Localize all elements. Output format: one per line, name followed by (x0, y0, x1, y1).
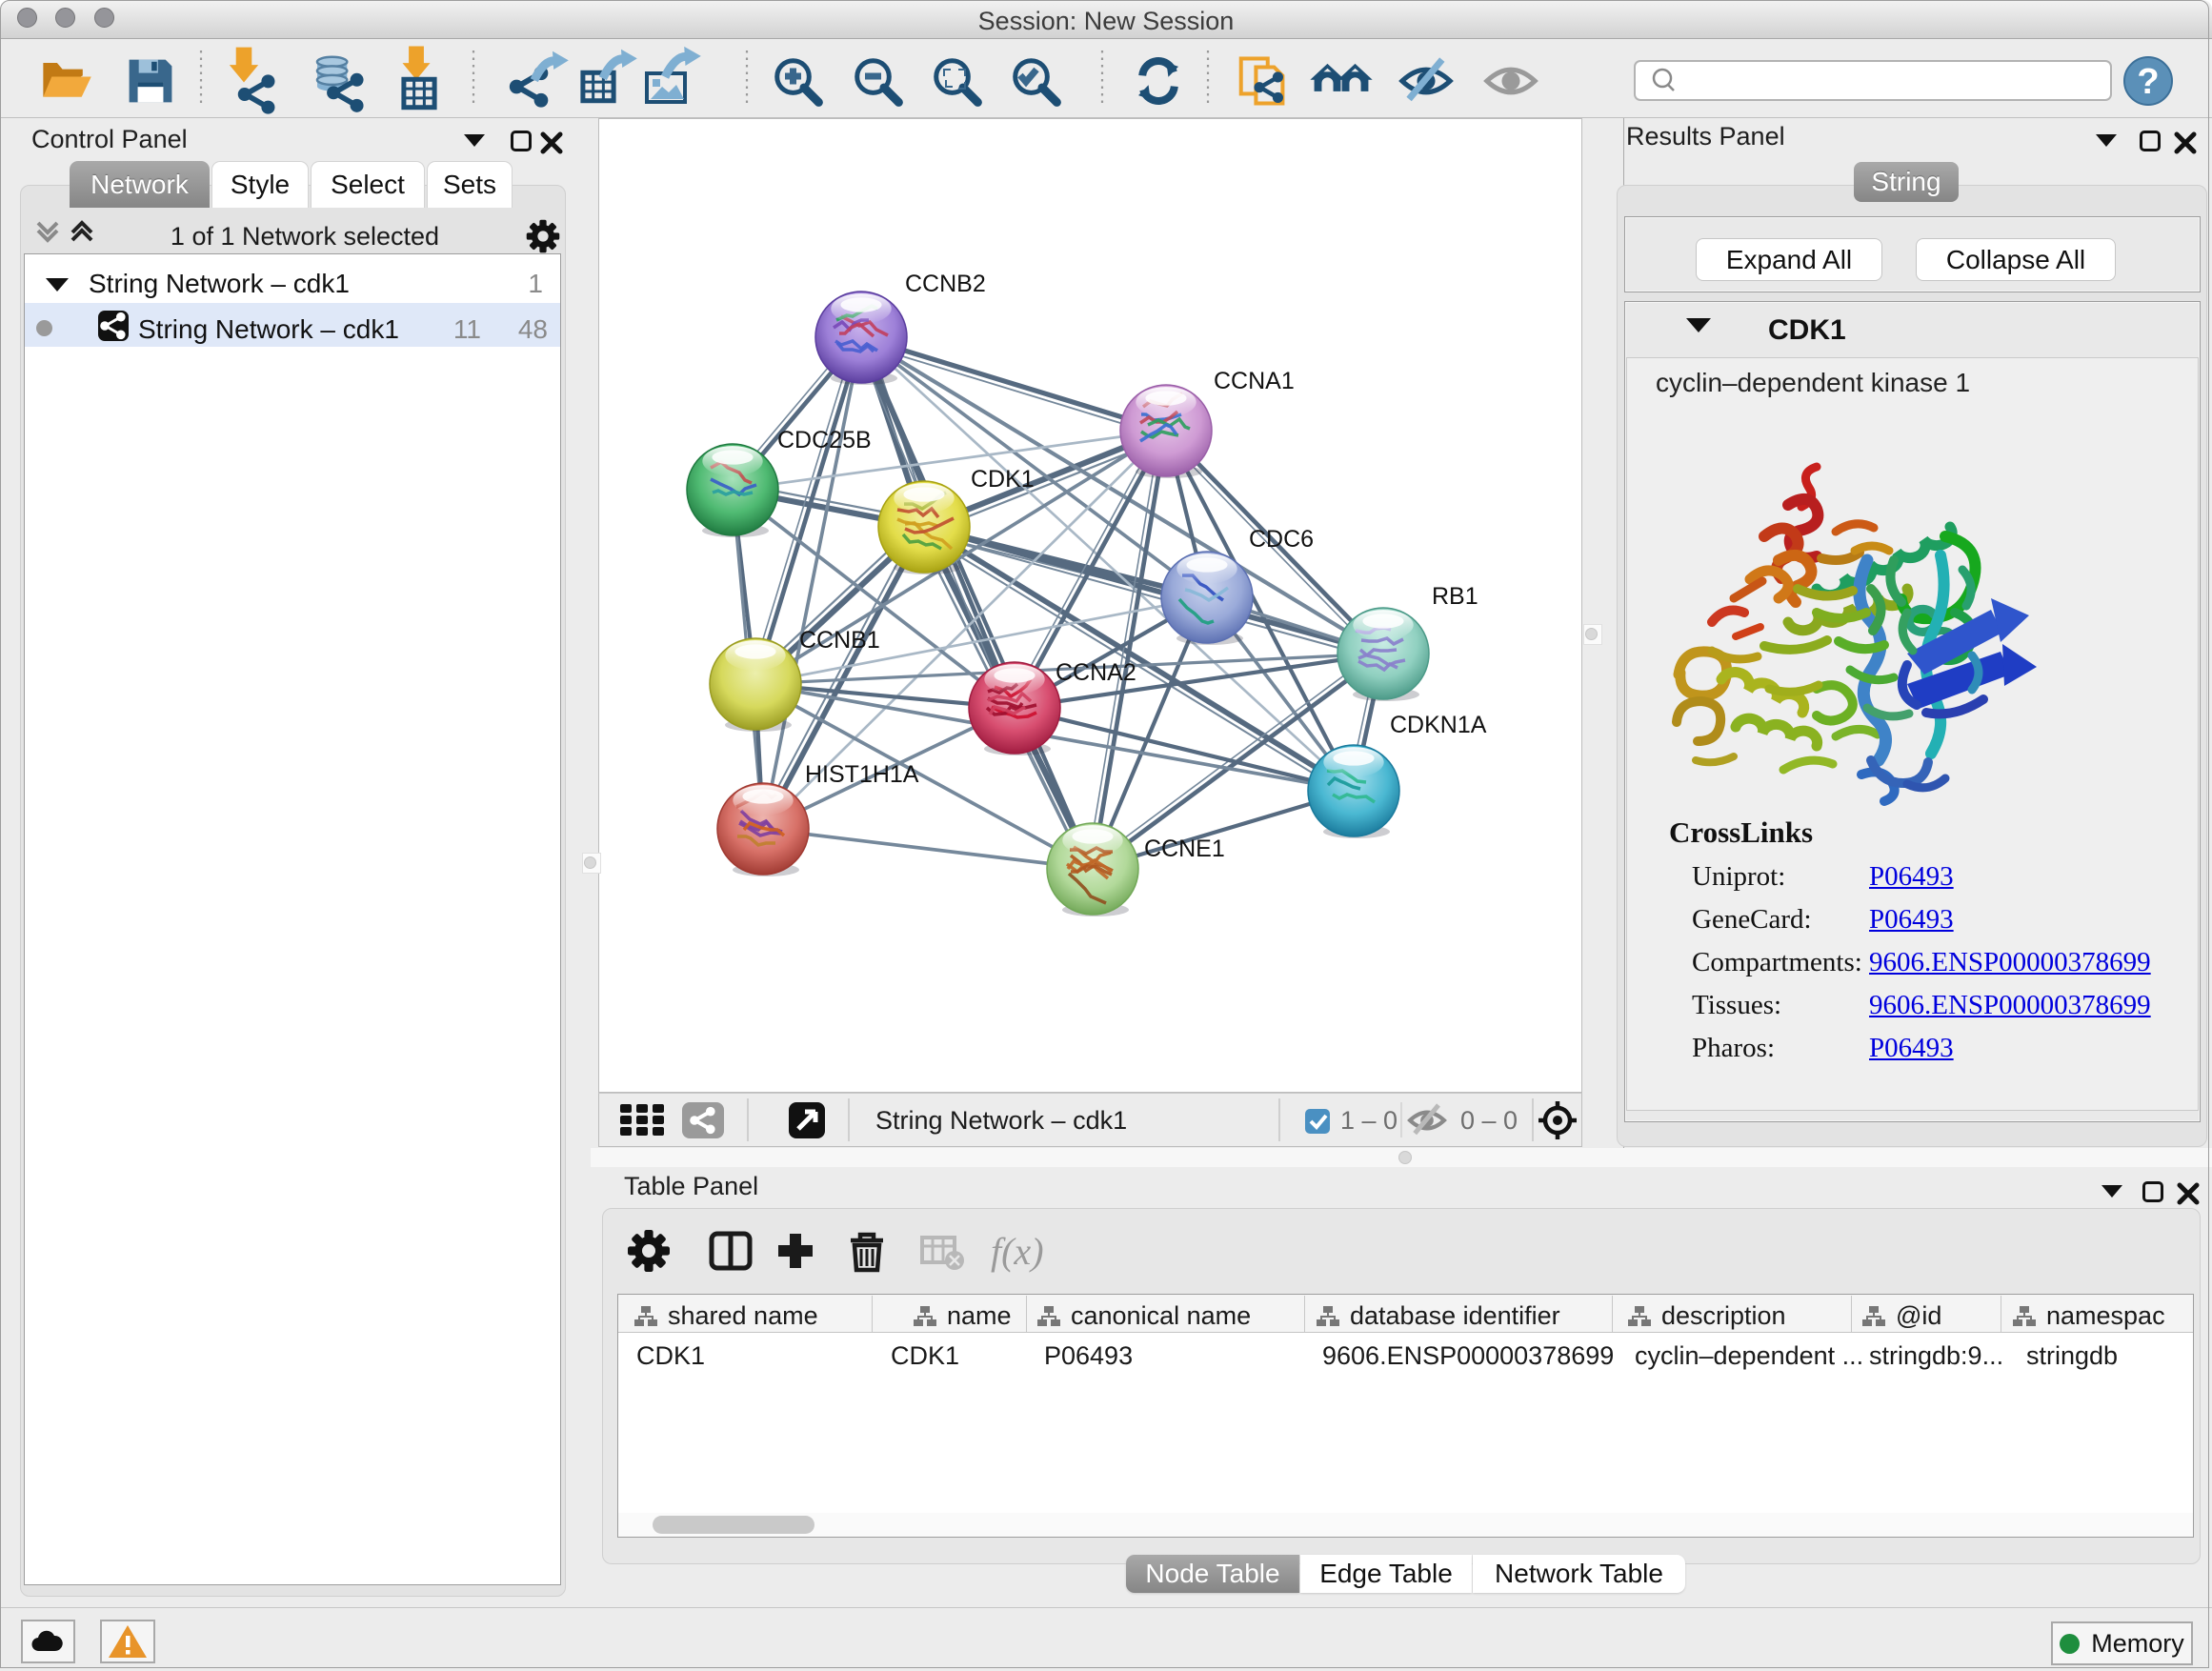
svg-text:String Network – cdk1: String Network – cdk1 (875, 1106, 1127, 1135)
svg-text:CDC25B: CDC25B (777, 427, 872, 453)
svg-text:1 – 0: 1 – 0 (1340, 1106, 1398, 1135)
svg-text:CDC6: CDC6 (1249, 526, 1314, 553)
svg-text:CCNB1: CCNB1 (799, 627, 880, 654)
svg-text:?: ? (2137, 62, 2159, 102)
svg-text:CCNA2: CCNA2 (1056, 659, 1136, 686)
svg-text:CCNE1: CCNE1 (1144, 836, 1225, 862)
svg-text:HIST1H1A: HIST1H1A (805, 761, 919, 788)
svg-text:f(x): f(x) (991, 1230, 1044, 1273)
svg-text:CDK1: CDK1 (971, 466, 1035, 493)
svg-text:0 – 0: 0 – 0 (1460, 1106, 1518, 1135)
svg-text:CCNB2: CCNB2 (905, 271, 986, 297)
svg-text:CCNA1: CCNA1 (1214, 368, 1295, 394)
svg-text:RB1: RB1 (1432, 583, 1478, 610)
svg-text:CDKN1A: CDKN1A (1390, 712, 1487, 738)
